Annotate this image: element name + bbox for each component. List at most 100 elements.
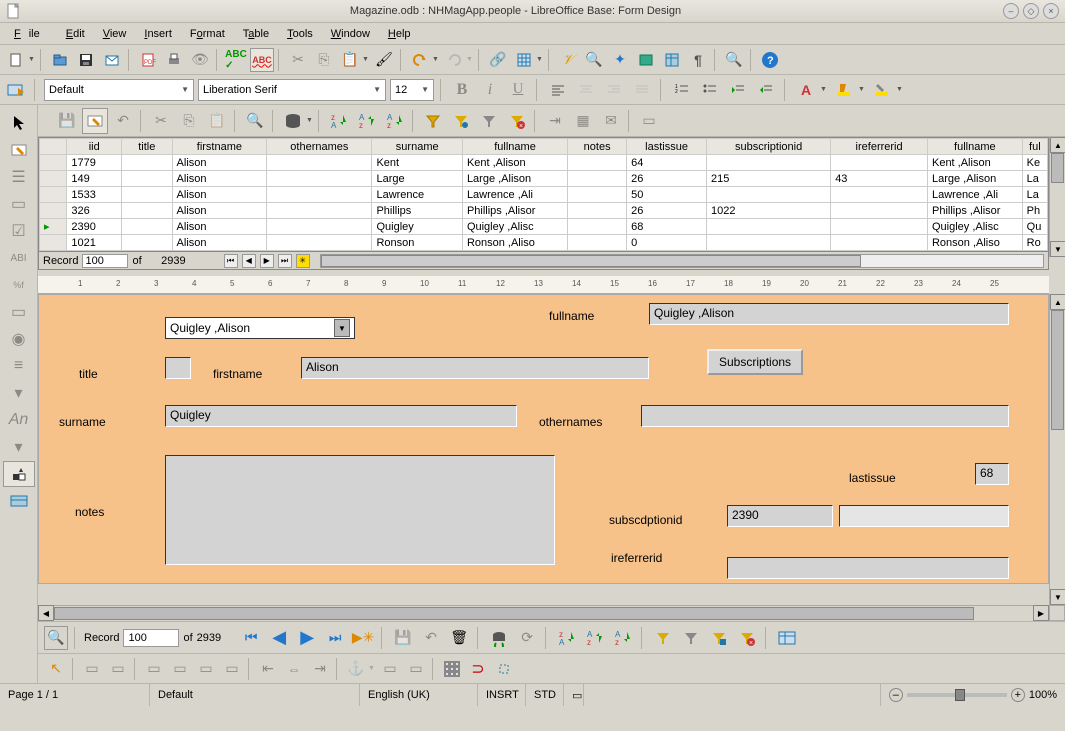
nav-sort-desc-icon[interactable]: Az [611, 626, 635, 650]
form-canvas[interactable]: Quigley ,Alison▼ fullname Quigley ,Aliso… [38, 294, 1049, 584]
preview-icon[interactable]: 👁 [188, 48, 212, 72]
row-header[interactable] [40, 171, 67, 187]
edit-data-icon[interactable] [82, 108, 108, 134]
spellcheck-icon[interactable]: ABC✓ [224, 48, 248, 72]
grid-cell[interactable]: 1779 [67, 155, 122, 171]
styles-icon[interactable] [4, 78, 28, 102]
grid-cell[interactable] [267, 219, 372, 235]
col-header[interactable]: firstname [172, 139, 267, 155]
gallery-icon[interactable] [634, 48, 658, 72]
find-icon[interactable]: 🔍 [582, 48, 606, 72]
grid-cell[interactable] [122, 203, 173, 219]
nav-new-icon[interactable]: ▶✳ [351, 626, 375, 650]
grid-cell[interactable]: Alison [172, 219, 267, 235]
menu-insert[interactable]: Insert [136, 26, 180, 42]
nav-refresh-icon[interactable] [487, 626, 511, 650]
grid-cell[interactable]: Phillips [372, 203, 462, 219]
grid-cell[interactable] [267, 171, 372, 187]
menu-window[interactable]: Window [323, 26, 378, 42]
grid-cell[interactable]: 26 [627, 171, 707, 187]
grid-cell[interactable]: 1533 [67, 187, 122, 203]
grid-new-icon[interactable]: ✳ [296, 254, 310, 268]
grid-cell[interactable] [831, 219, 928, 235]
nav-save-icon[interactable]: 💾 [391, 626, 415, 650]
menu-tools[interactable]: Tools [279, 26, 321, 42]
grid-cell[interactable]: Quigley ,Alisc [927, 219, 1022, 235]
nav-autofilter-icon[interactable] [651, 626, 675, 650]
grid-cell[interactable]: 2390 [67, 219, 122, 235]
grid-cell[interactable] [831, 235, 928, 251]
undo-icon[interactable] [408, 48, 432, 72]
align-center-icon[interactable] [574, 78, 598, 102]
copy-icon[interactable]: ⎘ [176, 108, 202, 134]
grid-cell[interactable] [707, 155, 831, 171]
grid-cell[interactable]: Ro [1022, 235, 1047, 251]
bgcolor-icon[interactable] [870, 78, 894, 102]
subscription-extra-field[interactable] [839, 505, 1009, 527]
navigator-icon[interactable]: ✦ [608, 48, 632, 72]
listbox-icon[interactable]: ≡ [3, 353, 35, 379]
form-scroll-h[interactable] [54, 605, 1033, 621]
zoom-value[interactable]: 100% [1029, 689, 1057, 701]
fontname-combo[interactable]: Liberation Serif▼ [198, 79, 386, 101]
zoom-in-icon[interactable]: + [1011, 688, 1025, 702]
drawfunc-icon[interactable]: 𝒱 [556, 48, 580, 72]
grid-cell[interactable]: La [1022, 187, 1047, 203]
grid-cell[interactable]: Large ,Alison [462, 171, 567, 187]
italic-icon[interactable]: i [478, 78, 502, 102]
cut-icon[interactable]: ✂ [148, 108, 174, 134]
close-button[interactable]: × [1043, 3, 1059, 19]
subscriptions-button[interactable]: Subscriptions [707, 349, 803, 375]
control-icon[interactable]: ☰ [3, 164, 35, 190]
combobox-icon[interactable]: ▾ [3, 380, 35, 406]
optionbutton-icon[interactable]: ◉ [3, 326, 35, 352]
new-icon[interactable] [4, 48, 28, 72]
subscriptionid-field[interactable]: 2390 [727, 505, 833, 527]
sort-asc-icon[interactable]: Az [382, 108, 408, 134]
lastissue-field[interactable]: 68 [975, 463, 1009, 485]
paste-icon[interactable]: 📋 [338, 48, 362, 72]
applyfilter-icon[interactable] [476, 108, 502, 134]
align-l-icon[interactable]: ⇤ [256, 657, 280, 681]
outdent-icon[interactable] [726, 78, 750, 102]
grid-cell[interactable]: 68 [627, 219, 707, 235]
status-sig-icon[interactable]: ▭ [564, 684, 584, 706]
guides-icon[interactable] [492, 657, 516, 681]
grid-cell[interactable] [122, 187, 173, 203]
tofront-icon[interactable]: ▭ [80, 657, 104, 681]
grid-cell[interactable]: Ronson [372, 235, 462, 251]
explorer-icon[interactable]: ▭ [636, 108, 662, 134]
grid-cell[interactable]: 326 [67, 203, 122, 219]
open-icon[interactable] [48, 48, 72, 72]
nav-first-icon[interactable]: ⏮ [239, 626, 263, 650]
pdf-icon[interactable]: PDF [136, 48, 160, 72]
grid-cell[interactable]: 43 [831, 171, 928, 187]
grid-icon[interactable] [440, 657, 464, 681]
grid-cell[interactable]: Qu [1022, 219, 1047, 235]
fontcolor-icon[interactable]: A [794, 78, 818, 102]
align-right-icon[interactable] [602, 78, 626, 102]
col-header[interactable]: title [122, 139, 173, 155]
datasource-icon[interactable] [280, 108, 306, 134]
grid-cell[interactable]: Kent ,Alison [927, 155, 1022, 171]
grid-cell[interactable]: Alison [172, 203, 267, 219]
indent-icon[interactable] [754, 78, 778, 102]
removefilter-icon[interactable]: × [504, 108, 530, 134]
find-record-icon[interactable]: 🔍 [44, 626, 68, 650]
grid-cell[interactable] [267, 187, 372, 203]
label-icon[interactable]: An [3, 407, 35, 433]
data-fields-icon[interactable]: ▦ [570, 108, 596, 134]
grid-hscroll[interactable] [320, 254, 1044, 268]
datasources-icon[interactable] [660, 48, 684, 72]
grid-cell[interactable]: Alison [172, 187, 267, 203]
grid-cell[interactable]: Ke [1022, 155, 1047, 171]
grid-cell[interactable]: 26 [627, 203, 707, 219]
nav-refresh2-icon[interactable]: ⟳ [515, 626, 539, 650]
grid-cell[interactable]: Large [372, 171, 462, 187]
grid-cell[interactable]: Kent ,Alison [462, 155, 567, 171]
group-icon[interactable]: ▭ [142, 657, 166, 681]
minimize-button[interactable]: – [1003, 3, 1019, 19]
wizards-icon[interactable] [3, 461, 35, 487]
highlight-icon[interactable] [832, 78, 856, 102]
nav-next-icon[interactable]: ▶ [295, 626, 319, 650]
